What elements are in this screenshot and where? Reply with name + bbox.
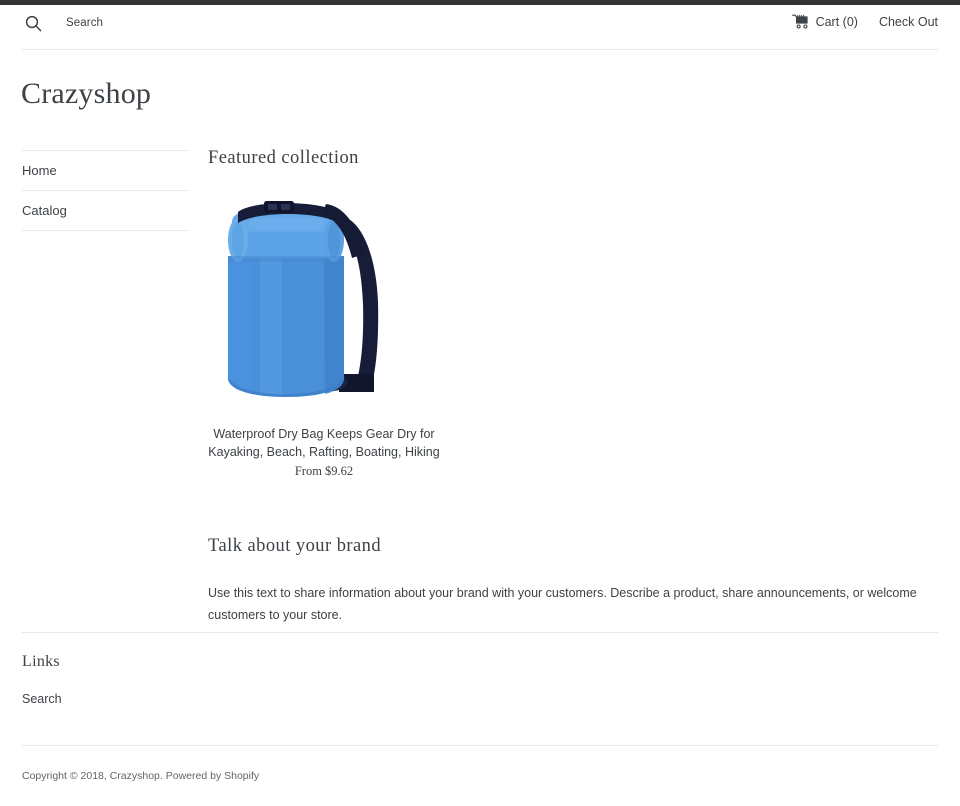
footer-divider-top	[22, 632, 938, 633]
copyright-middle: . Powered by	[159, 770, 225, 782]
header-divider	[22, 49, 938, 50]
site-header: Search Cart (0) Check Out	[0, 5, 960, 50]
shopify-link[interactable]: Shopify	[224, 770, 259, 782]
sidebar-nav: Home Catalog	[22, 150, 189, 231]
product-price: From $9.62	[294, 464, 354, 478]
checkout-link[interactable]: Check Out	[879, 15, 938, 29]
copyright-prefix: Copyright © 2018,	[22, 770, 110, 782]
brand-section: Talk about your brand Use this text to s…	[208, 534, 938, 626]
featured-collection-title: Featured collection	[208, 148, 359, 168]
header-search-group: Search	[22, 12, 103, 34]
footer-link-search[interactable]: Search	[22, 692, 62, 706]
header-actions: Cart (0) Check Out	[791, 14, 938, 29]
shop-title[interactable]: Crazyshop	[21, 77, 151, 111]
search-input[interactable]: Search	[66, 17, 103, 29]
brand-section-text: Use this text to share information about…	[208, 586, 917, 622]
product-image	[208, 192, 440, 407]
main-content: Featured collection Waterproof Dry Bag K…	[208, 146, 938, 626]
blue-dry-bag-illustration	[228, 201, 379, 397]
cart-link[interactable]: Cart (0)	[791, 14, 858, 29]
sidebar-item-home[interactable]: Home	[22, 151, 189, 190]
sidebar-divider-bottom	[22, 230, 189, 231]
product-grid: Waterproof Dry Bag Keeps Gear Dry for Ka…	[208, 192, 938, 480]
footer-divider-bottom	[22, 745, 938, 746]
search-icon[interactable]	[22, 12, 44, 34]
cart-label: Cart (0)	[815, 14, 858, 29]
footer-links-heading: Links	[22, 653, 60, 670]
product-title: Waterproof Dry Bag Keeps Gear Dry for Ka…	[208, 427, 440, 459]
product-card[interactable]: Waterproof Dry Bag Keeps Gear Dry for Ka…	[208, 192, 440, 480]
site-footer: Links Search	[22, 651, 938, 708]
copyright-text: Copyright © 2018, Crazyshop. Powered by …	[22, 769, 259, 783]
sidebar-item-catalog[interactable]: Catalog	[22, 191, 189, 230]
shopping-cart-icon	[791, 14, 809, 29]
copyright-shop-link[interactable]: Crazyshop	[110, 770, 160, 782]
brand-section-title: Talk about your brand	[208, 536, 382, 556]
